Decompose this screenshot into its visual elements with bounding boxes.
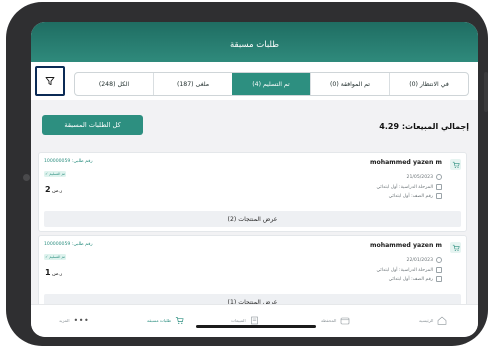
status-badge: ✓ تم التسليم — [44, 254, 66, 260]
class-icon — [436, 276, 442, 282]
order-date-row: 22/01/2023 — [407, 257, 442, 263]
nav-more[interactable]: المزيد ••• — [59, 316, 89, 325]
stage-row: المرحلة الدراسية: أول ابتدائي — [377, 267, 442, 273]
tab-pending[interactable]: في الانتظار (0) — [389, 73, 468, 95]
order-number: رقم طلبي: 100000059 — [44, 159, 93, 164]
amount-value: 2 — [45, 185, 51, 194]
tab-cancelled[interactable]: ملغى (187) — [153, 73, 232, 95]
currency: ر.س — [52, 271, 63, 277]
order-card[interactable]: mohammed yazen m 22/01/2023 المرحلة الدر… — [38, 235, 467, 315]
camera — [23, 174, 30, 181]
order-amount: ر.س 2 — [44, 185, 62, 194]
clock-icon — [436, 174, 442, 180]
study-stage: المرحلة الدراسية: أول ابتدائي — [376, 184, 433, 190]
order-card[interactable]: mohammed yazen m 21/05/2023 المرحلة الدر… — [38, 152, 467, 232]
amount-value: 1 — [45, 268, 51, 277]
status-tabs-bar: الكل (248) ملغى (187) تم التسليم (4) تم … — [31, 62, 478, 100]
order-amount: ر.س 1 — [44, 268, 62, 277]
cart-icon — [450, 242, 461, 253]
stage-icon — [436, 184, 442, 190]
student-name: mohammed yazen m — [370, 242, 442, 249]
filter-icon — [45, 77, 55, 86]
app-header: طلبات مسبقة — [31, 22, 478, 62]
all-preorders-button[interactable]: كل الطلبات المسبقة — [42, 115, 143, 135]
more-dots-icon: ••• — [73, 316, 90, 325]
class-number: رقم الصف: أول ابتدائي — [388, 276, 433, 282]
side-button — [484, 72, 488, 112]
nav-preorders-label: طلبات مسبقة — [147, 318, 172, 323]
order-date: 22/01/2023 — [406, 257, 433, 263]
nav-home[interactable]: الرئيسية — [419, 316, 447, 325]
summary-bar: كل الطلبات المسبقة إجمالي المبيعات: 4.29 — [31, 100, 478, 140]
tab-approved[interactable]: تم الموافقة (0) — [310, 73, 389, 95]
total-sales: إجمالي المبيعات: 4.29 — [379, 122, 469, 131]
student-name: mohammed yazen m — [370, 159, 442, 166]
clock-icon — [436, 257, 442, 263]
nav-home-label: الرئيسية — [419, 318, 434, 323]
nav-wallet-label: المحفظة — [321, 318, 337, 323]
status-badge: ✓ تم التسليم — [44, 171, 66, 177]
class-number: رقم الصف: أول ابتدائي — [388, 193, 433, 199]
cart-icon — [176, 317, 184, 324]
stage-row: المرحلة الدراسية: أول ابتدائي — [377, 184, 442, 190]
order-number: رقم طلبي: 100000059 — [44, 242, 93, 247]
nav-more-label: المزيد — [59, 318, 70, 323]
app-screen: طلبات مسبقة الكل (248) ملغى (187) تم الت… — [31, 22, 478, 337]
currency: ر.س — [52, 188, 63, 194]
tab-all[interactable]: الكل (248) — [75, 73, 153, 95]
nav-purchases-label: المبيعات — [231, 318, 246, 323]
class-icon — [436, 193, 442, 199]
view-products-button[interactable]: عرض المنتجات (2) — [44, 211, 461, 227]
study-stage: المرحلة الدراسية: أول ابتدائي — [376, 267, 433, 273]
home-icon — [438, 316, 447, 325]
bottom-nav: المزيد ••• طلبات مسبقة المبيعات المحفظة — [31, 304, 478, 337]
stage-icon — [436, 267, 442, 273]
order-date: 21/05/2023 — [406, 174, 433, 180]
class-row: رقم الصف: أول ابتدائي — [389, 193, 442, 199]
order-date-row: 21/05/2023 — [407, 174, 442, 180]
nav-wallet[interactable]: المحفظة — [321, 316, 350, 325]
tab-delivered[interactable]: تم التسليم (4) — [232, 73, 310, 95]
page-title: طلبات مسبقة — [230, 40, 279, 50]
home-indicator — [196, 325, 316, 328]
nav-preorders[interactable]: طلبات مسبقة — [147, 316, 184, 325]
cart-icon — [450, 159, 461, 170]
receipt-icon — [250, 316, 258, 325]
nav-purchases[interactable]: المبيعات — [231, 316, 259, 325]
wallet-icon — [341, 317, 350, 325]
status-tabs: الكل (248) ملغى (187) تم التسليم (4) تم … — [74, 72, 469, 96]
class-row: رقم الصف: أول ابتدائي — [389, 276, 442, 282]
filter-button[interactable] — [35, 66, 65, 96]
